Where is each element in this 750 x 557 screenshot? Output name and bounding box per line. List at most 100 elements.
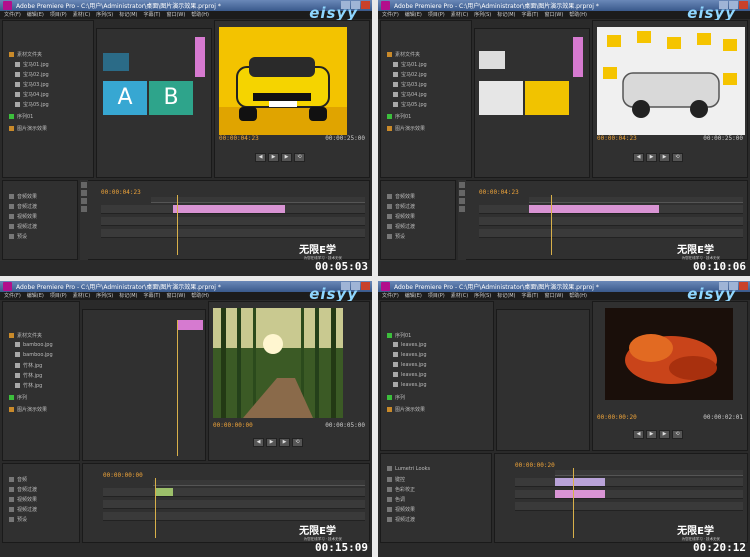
effects-item[interactable]: 键控 <box>387 476 405 483</box>
menu-project[interactable]: 项目(P) <box>50 292 67 300</box>
effects-item[interactable]: 预设 <box>387 233 405 240</box>
menu-title[interactable]: 字幕(T) <box>143 11 160 19</box>
effects-item[interactable]: 视频效果 <box>9 496 37 503</box>
step-forward-button[interactable]: ▶ <box>659 430 670 439</box>
menu-sequence[interactable]: 序列(S) <box>474 292 491 300</box>
menu-file[interactable]: 文件(F) <box>382 292 399 300</box>
time-ruler[interactable] <box>153 480 365 486</box>
video-track[interactable] <box>515 478 743 487</box>
effects-item[interactable]: 预设 <box>9 516 27 523</box>
zoom-tool-icon[interactable] <box>81 206 87 212</box>
close-button[interactable] <box>739 1 748 9</box>
effect-playhead[interactable] <box>177 320 178 456</box>
project-item[interactable]: 素材文件夹 <box>9 332 42 339</box>
playhead[interactable] <box>573 468 574 538</box>
project-item[interactable]: 竹林.jpg <box>15 382 42 389</box>
effects-item[interactable]: 预设 <box>9 233 27 240</box>
menu-file[interactable]: 文件(F) <box>4 11 21 19</box>
menu-sequence[interactable]: 序列(S) <box>96 11 113 19</box>
project-item[interactable]: 宝马01.jpg <box>393 61 427 68</box>
audio-track[interactable] <box>479 217 743 226</box>
project-item[interactable]: 序列01 <box>387 332 411 339</box>
close-button[interactable] <box>739 282 748 290</box>
video-track[interactable] <box>103 488 365 497</box>
project-item[interactable]: 序列 <box>9 394 27 401</box>
menu-clip[interactable]: 素材(C) <box>451 11 468 19</box>
effects-item[interactable]: 视频过渡 <box>387 223 415 230</box>
effects-item[interactable]: 视频过渡 <box>9 223 37 230</box>
audio-track[interactable] <box>103 500 365 509</box>
loop-button[interactable]: ⟲ <box>294 153 305 162</box>
effects-item[interactable]: 视频过渡 <box>9 506 37 513</box>
project-item[interactable]: 宝马04.jpg <box>15 91 49 98</box>
project-item[interactable]: 序列01 <box>387 113 411 120</box>
project-item[interactable]: 宝马01.jpg <box>15 61 49 68</box>
project-item[interactable]: 宝马04.jpg <box>393 91 427 98</box>
time-ruler[interactable] <box>529 197 743 203</box>
project-item[interactable]: 图片演示效果 <box>387 406 425 413</box>
step-back-button[interactable]: ◀ <box>633 153 644 162</box>
zoom-tool-icon[interactable] <box>459 206 465 212</box>
menu-clip[interactable]: 素材(C) <box>451 292 468 300</box>
menu-window[interactable]: 窗口(W) <box>544 11 563 19</box>
effects-item[interactable]: Lumetri Looks <box>387 466 430 472</box>
audio-track[interactable] <box>101 217 365 226</box>
loop-button[interactable]: ⟲ <box>292 438 303 447</box>
project-item[interactable]: 图片演示效果 <box>9 125 47 132</box>
project-item[interactable]: 素材文件夹 <box>387 51 420 58</box>
menu-sequence[interactable]: 序列(S) <box>474 11 491 19</box>
select-tool-icon[interactable] <box>459 182 465 188</box>
select-tool-icon[interactable] <box>81 182 87 188</box>
audio-track[interactable] <box>479 229 743 238</box>
menu-title[interactable]: 字幕(T) <box>521 11 538 19</box>
menu-marker[interactable]: 标记(M) <box>119 11 137 19</box>
project-item[interactable]: leaves.jpg <box>393 382 427 388</box>
play-button[interactable]: ▶ <box>268 153 279 162</box>
video-clip[interactable] <box>173 205 285 213</box>
menu-window[interactable]: 窗口(W) <box>166 11 185 19</box>
project-item[interactable]: 宝马03.jpg <box>393 81 427 88</box>
menu-marker[interactable]: 标记(M) <box>497 292 515 300</box>
audio-track[interactable] <box>103 512 365 521</box>
project-item[interactable]: 竹林.jpg <box>15 372 42 379</box>
effects-item[interactable]: 视频效果 <box>9 213 37 220</box>
effects-item[interactable]: 色调 <box>387 496 405 503</box>
menu-help[interactable]: 帮助(H) <box>569 292 587 300</box>
time-ruler[interactable] <box>555 470 743 476</box>
menu-marker[interactable]: 标记(M) <box>497 11 515 19</box>
menu-help[interactable]: 帮助(H) <box>191 11 209 19</box>
project-item[interactable]: leaves.jpg <box>393 372 427 378</box>
menu-project[interactable]: 项目(P) <box>428 11 445 19</box>
effects-item[interactable]: 音频过渡 <box>9 486 37 493</box>
effects-item[interactable]: 色彩校正 <box>387 486 415 493</box>
menu-sequence[interactable]: 序列(S) <box>96 292 113 300</box>
step-back-button[interactable]: ◀ <box>633 430 644 439</box>
project-item[interactable]: 竹林.jpg <box>15 362 42 369</box>
video-clip[interactable] <box>555 478 605 486</box>
time-ruler[interactable] <box>151 197 365 203</box>
menu-clip[interactable]: 素材(C) <box>73 11 90 19</box>
project-item[interactable]: 序列 <box>387 394 405 401</box>
menu-window[interactable]: 窗口(W) <box>166 292 185 300</box>
playhead[interactable] <box>155 478 156 538</box>
project-item[interactable]: 图片演示效果 <box>387 125 425 132</box>
step-forward-button[interactable]: ▶ <box>659 153 670 162</box>
effects-item[interactable]: 音频过渡 <box>9 203 37 210</box>
menu-clip[interactable]: 素材(C) <box>73 292 90 300</box>
effects-item[interactable]: 音频效果 <box>387 193 415 200</box>
menu-window[interactable]: 窗口(W) <box>544 292 563 300</box>
video-clip[interactable] <box>555 490 605 498</box>
menu-marker[interactable]: 标记(M) <box>119 292 137 300</box>
project-item[interactable]: leaves.jpg <box>393 342 427 348</box>
play-button[interactable]: ▶ <box>266 438 277 447</box>
project-item[interactable]: leaves.jpg <box>393 362 427 368</box>
video-track[interactable] <box>515 490 743 499</box>
step-back-button[interactable]: ◀ <box>253 438 264 447</box>
project-item[interactable]: 图片演示效果 <box>9 406 47 413</box>
play-button[interactable]: ▶ <box>646 430 657 439</box>
playhead[interactable] <box>177 195 178 255</box>
project-item[interactable]: 宝马03.jpg <box>15 81 49 88</box>
project-item[interactable]: 序列01 <box>9 113 33 120</box>
project-item[interactable]: leaves.jpg <box>393 352 427 358</box>
project-item[interactable]: 宝马02.jpg <box>393 71 427 78</box>
